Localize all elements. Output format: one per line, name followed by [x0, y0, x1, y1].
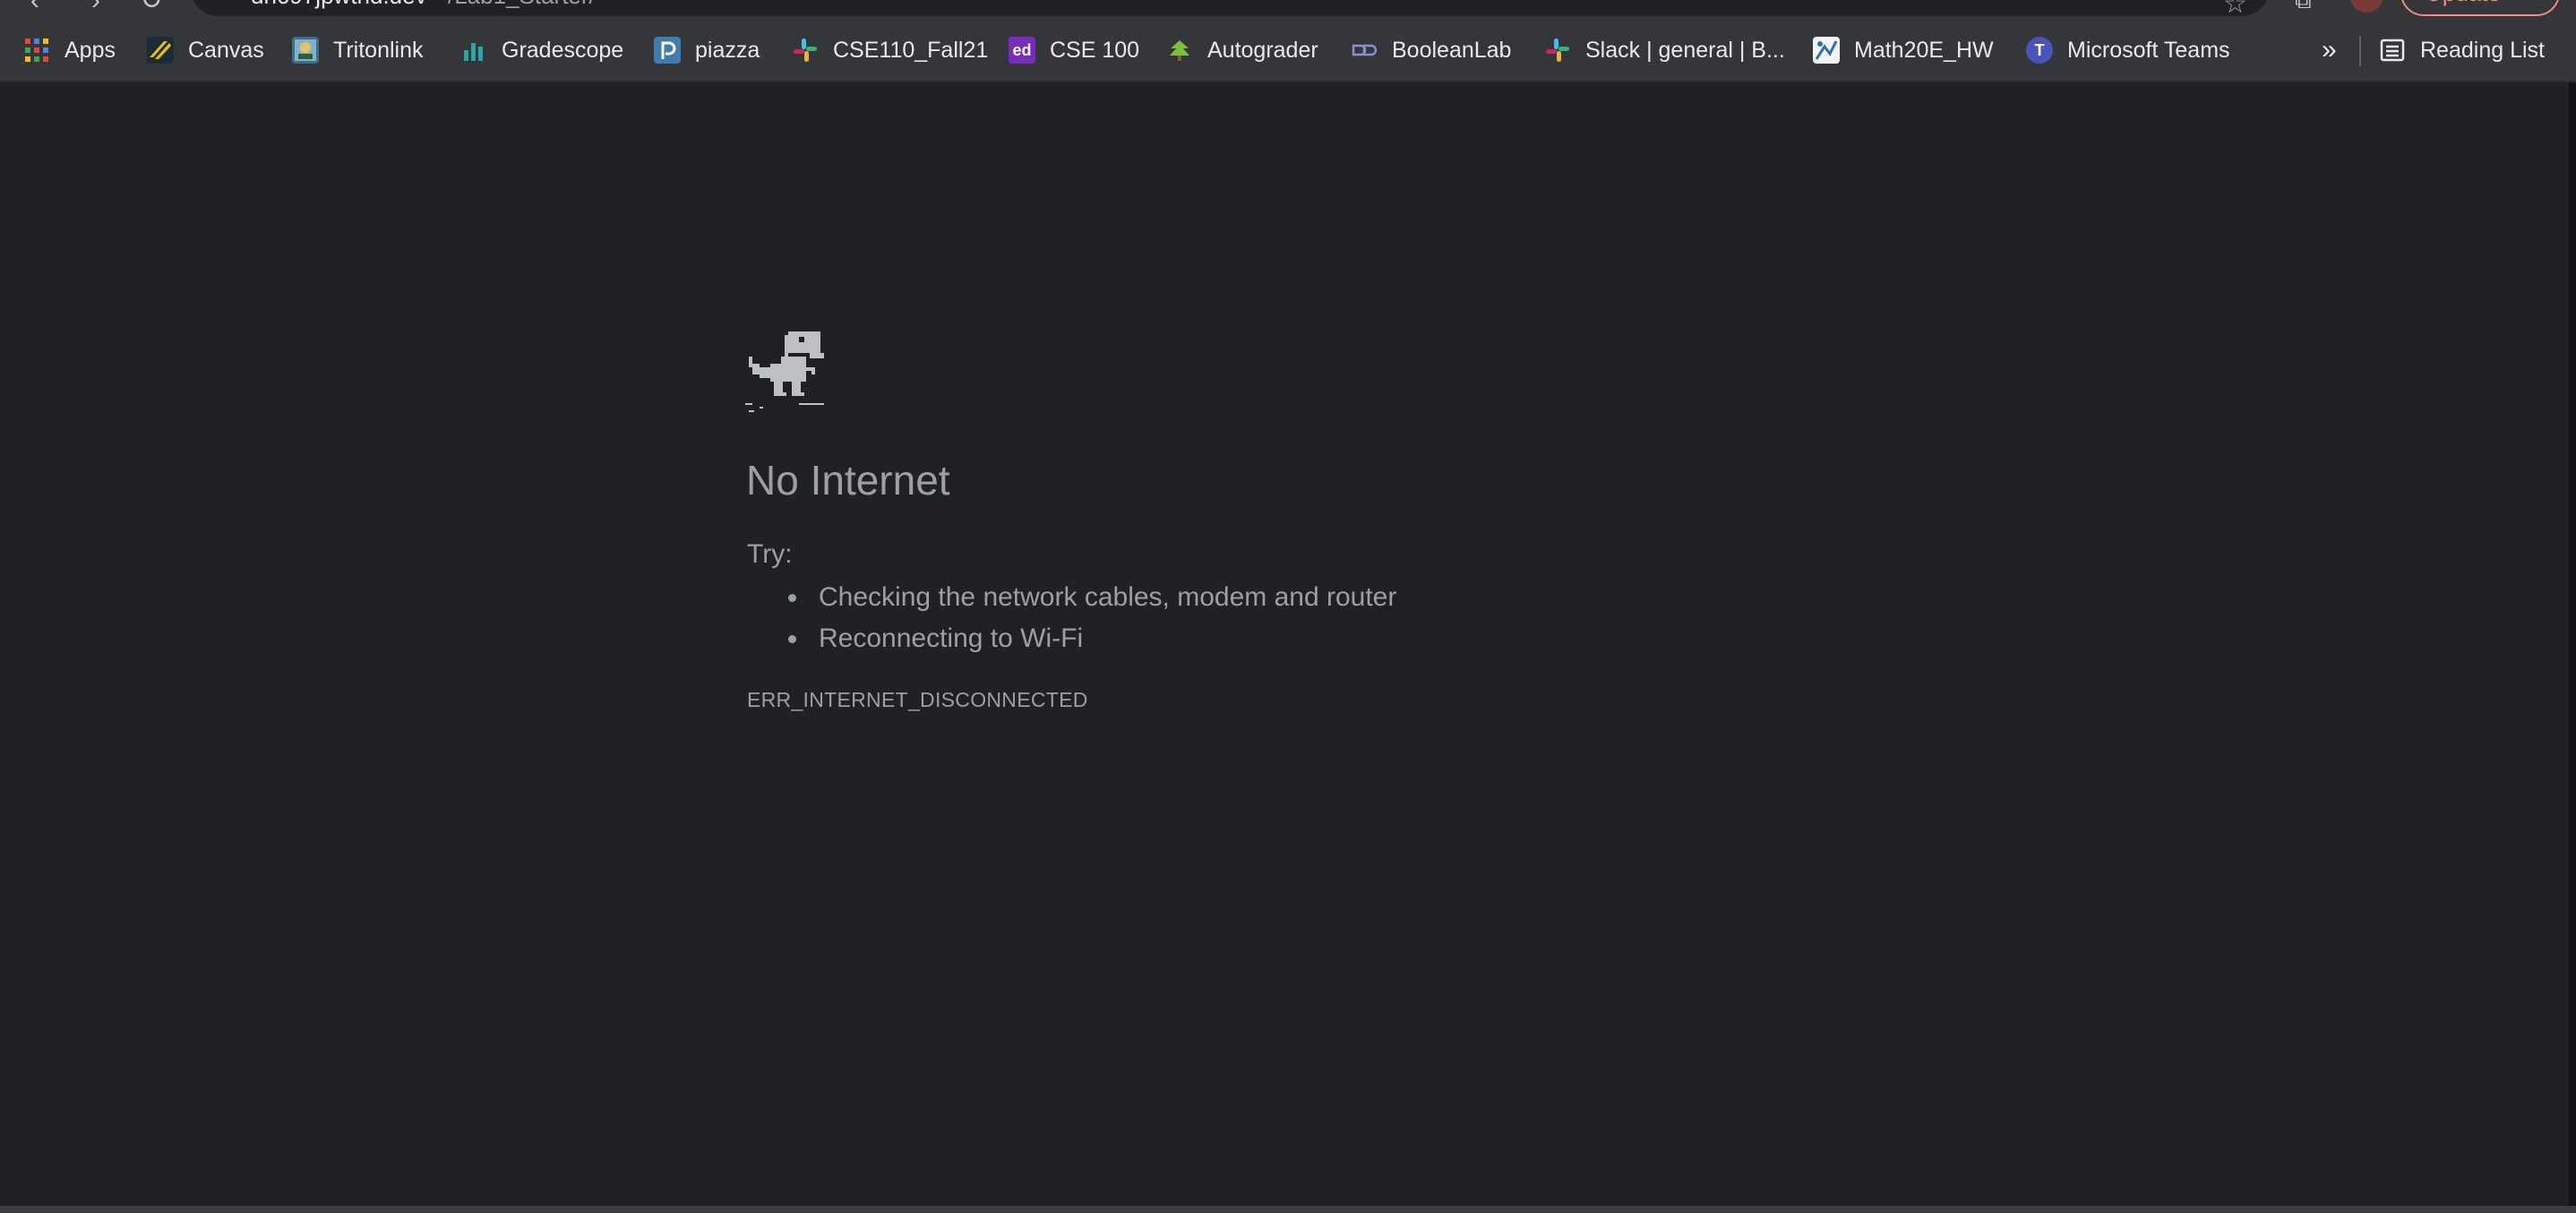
update-button[interactable]: Update: [2400, 0, 2560, 16]
reading-list-button[interactable]: Reading List: [2379, 32, 2545, 68]
reading-list-label: Reading List: [2420, 37, 2545, 63]
bookmark-label: Slack | general | B...: [1585, 37, 1785, 63]
error-code: ERR_INTERNET_DISCONNECTED: [747, 688, 1088, 711]
browser-toolbar: ‹ › ↻ dh697jpwtnd.dev /Lab1_Starter/ ☆ ⧉…: [0, 0, 2576, 20]
avatar[interactable]: [2350, 0, 2383, 13]
bookmark-label: Gradescope: [502, 37, 624, 63]
bookmark-label: CSE110_Fall21: [833, 37, 989, 63]
bookmark-apps[interactable]: Apps: [23, 32, 116, 68]
bookmark-label: Microsoft Teams: [2067, 37, 2230, 63]
math-icon: [1813, 37, 1840, 64]
slack-icon: [1544, 37, 1571, 64]
gradescope-icon: [460, 37, 487, 64]
canvas-icon: [147, 37, 174, 64]
bookmark-label: Apps: [64, 37, 116, 63]
url-host: dh697jpwtnd.dev: [251, 0, 427, 9]
teams-icon: T: [2026, 37, 2053, 64]
list-item: Reconnecting to Wi-Fi: [747, 618, 1396, 659]
forward-arrow-icon[interactable]: ›: [81, 0, 111, 18]
dinosaur-icon[interactable]: [745, 328, 828, 414]
apps-grid-icon: [23, 37, 50, 64]
back-arrow-icon[interactable]: ‹: [20, 0, 50, 18]
suggestions-list: Checking the network cables, modem and r…: [747, 577, 1396, 659]
autograder-icon: [1166, 37, 1193, 64]
address-bar[interactable]: dh697jpwtnd.dev /Lab1_Starter/: [190, 0, 2270, 16]
extensions-icon[interactable]: ⧉: [2295, 0, 2320, 12]
reload-icon[interactable]: ↻: [136, 0, 167, 18]
piazza-icon: [654, 37, 681, 64]
bookmarks-overflow-icon[interactable]: »: [2322, 32, 2337, 68]
bookmark-label: Canvas: [188, 37, 264, 63]
try-label: Try:: [747, 539, 793, 569]
bookmarks-divider: [2359, 36, 2361, 66]
url-path: /Lab1_Starter/: [448, 0, 596, 9]
window-bottom-edge: [0, 1206, 2576, 1213]
reading-list-icon: [2379, 37, 2406, 64]
bookmark-label: BooleanLab: [1392, 37, 1512, 63]
bookmark-booleanlab[interactable]: BooleanLab: [1351, 32, 1511, 68]
bookmark-cse110[interactable]: CSE110_Fall21: [792, 32, 988, 68]
bookmark-label: Tritonlink: [333, 37, 424, 63]
booleanlab-icon: [1351, 37, 1378, 64]
bookmarks-bar: Apps Canvas Tritonlink Gradescope piazza…: [0, 20, 2576, 82]
slack-icon: [792, 37, 819, 64]
bookmark-autograder[interactable]: Autograder: [1166, 32, 1318, 68]
bookmark-star-icon[interactable]: ☆: [2223, 0, 2247, 18]
bookmark-slack-general[interactable]: Slack | general | B...: [1544, 32, 1785, 68]
bookmark-math20e[interactable]: Math20E_HW: [1813, 32, 1994, 68]
bookmark-tritonlink[interactable]: Tritonlink: [292, 32, 424, 68]
bookmark-label: Math20E_HW: [1854, 37, 1994, 63]
scrollbar[interactable]: [2569, 82, 2576, 1206]
bookmark-gradescope[interactable]: Gradescope: [460, 32, 623, 68]
bookmark-label: piazza: [695, 37, 760, 63]
bookmark-canvas[interactable]: Canvas: [147, 32, 264, 68]
bookmark-cse100[interactable]: ed CSE 100: [1009, 32, 1139, 68]
list-item: Checking the network cables, modem and r…: [747, 577, 1396, 618]
bookmark-teams[interactable]: T Microsoft Teams: [2026, 32, 2230, 68]
tritonlink-icon: [292, 37, 319, 64]
ed-icon: ed: [1009, 37, 1035, 64]
bookmark-label: CSE 100: [1050, 37, 1140, 63]
bookmark-label: Autograder: [1207, 37, 1318, 63]
page-title: No Internet: [746, 457, 950, 503]
bookmark-piazza[interactable]: piazza: [654, 32, 760, 68]
